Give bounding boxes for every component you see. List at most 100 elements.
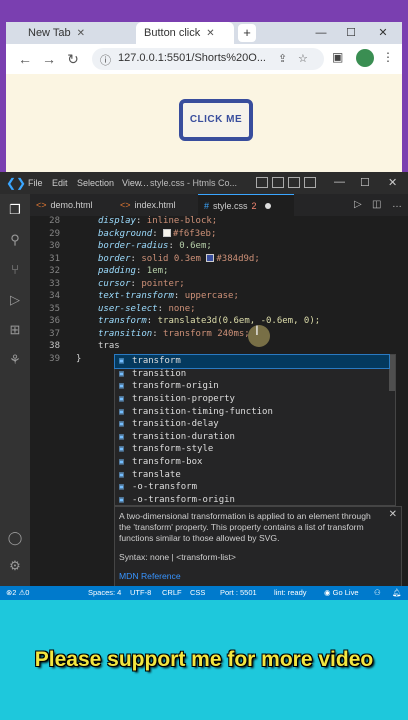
suggestion-item[interactable]: ▣ translate <box>115 468 389 481</box>
run-icon[interactable]: ▷ <box>354 199 362 210</box>
account-icon[interactable]: ◯ <box>7 530 23 546</box>
layout-secondary-icon[interactable] <box>288 177 300 188</box>
code-line: 35 user-select: none; <box>30 304 408 316</box>
more-actions-icon[interactable]: … <box>392 199 402 210</box>
more-menu-icon[interactable]: ⋮ <box>382 50 394 64</box>
avatar[interactable] <box>356 49 374 67</box>
encoding-status[interactable]: UTF-8 <box>130 588 151 597</box>
back-icon[interactable]: ← <box>16 50 34 68</box>
close-icon[interactable]: ✕ <box>77 28 85 39</box>
menu-view[interactable]: View <box>122 178 141 188</box>
property-icon: ▣ <box>119 356 124 366</box>
extensions-icon[interactable]: ⊞ <box>7 322 23 338</box>
forward-icon[interactable]: → <box>40 50 58 68</box>
suggestion-item[interactable]: ▣ transition-duration <box>115 431 389 444</box>
suggestion-item[interactable]: ▣ transform-style <box>115 443 389 456</box>
python-icon[interactable]: ⚘ <box>7 352 23 368</box>
browser-tab-button-click[interactable]: Button click ✕ <box>136 22 234 44</box>
suggestion-label: transform-box <box>132 457 203 468</box>
problems-status[interactable]: ⊗2 ⚠0 <box>6 588 29 597</box>
close-window-icon[interactable]: ✕ <box>388 176 397 189</box>
tab-index-html[interactable]: <> index.html <box>114 194 194 216</box>
maximize-icon[interactable]: ☐ <box>360 176 370 189</box>
mdn-reference-link[interactable]: MDN Reference <box>119 571 385 582</box>
scrollbar[interactable] <box>389 355 395 391</box>
unsaved-dot-icon[interactable] <box>264 202 271 209</box>
click-me-button[interactable]: CLICK ME <box>179 99 253 141</box>
site-info-icon[interactable]: ⓘ <box>100 52 111 68</box>
layout-custom-icon[interactable] <box>304 177 316 188</box>
suggestion-item[interactable]: ▣ transition-timing-function <box>115 405 389 418</box>
menu-edit[interactable]: Edit <box>52 178 68 188</box>
address-bar[interactable]: ⓘ 127.0.0.1:5501/Shorts%20O... ⇪ ☆ <box>92 48 324 70</box>
suggestion-item[interactable]: ▣ transform <box>114 354 390 369</box>
split-editor-icon[interactable]: ◫ <box>372 199 381 210</box>
color-swatch-icon[interactable] <box>206 253 215 262</box>
run-debug-icon[interactable]: ▷ <box>7 292 23 308</box>
lint-status[interactable]: lint: ready <box>274 588 307 597</box>
autocomplete-list[interactable]: ▣ transform ▣ transition ▣ transform-origin ▣ t… <box>114 354 396 506</box>
menu-more[interactable]: … <box>140 178 149 188</box>
property-icon: ▣ <box>119 394 124 404</box>
suggestion-label: -o-transform-origin <box>132 494 235 505</box>
css-value: transform 240ms; <box>157 328 250 339</box>
property-icon: ▣ <box>119 469 124 479</box>
suggestion-item[interactable]: ▣ transform-origin <box>115 380 389 393</box>
docs-text: A two-dimensional transformation is appl… <box>119 511 371 543</box>
menu-selection[interactable]: Selection <box>77 178 114 188</box>
search-icon[interactable]: ⚲ <box>7 232 23 248</box>
side-panel-icon[interactable]: ▣ <box>332 50 343 64</box>
code-line: 38 tras <box>30 341 408 353</box>
suggestion-item[interactable]: ▣ -o-transform <box>115 481 389 494</box>
layout-panel-icon[interactable] <box>272 177 284 188</box>
error-count: 2 <box>12 588 17 597</box>
property-icon: ▣ <box>119 444 124 454</box>
explorer-icon[interactable]: ❐ <box>7 202 23 218</box>
tab-label: Button click <box>144 27 201 39</box>
indentation-status[interactable]: Spaces: 4 <box>88 588 121 597</box>
suggestion-label: transform <box>132 356 181 367</box>
suggestion-item[interactable]: ▣ transition <box>115 368 389 381</box>
suggestion-label: transition-duration <box>132 431 235 442</box>
layout-sidebar-icon[interactable] <box>256 177 268 188</box>
settings-gear-icon[interactable]: ⚙ <box>7 558 23 574</box>
menu-file[interactable]: File <box>28 178 43 188</box>
suggestion-item[interactable]: ▣ transition-property <box>115 393 389 406</box>
line-number: 31 <box>49 253 60 264</box>
suggestion-item[interactable]: ▣ transition-delay <box>115 418 389 431</box>
reload-icon[interactable]: ↻ <box>64 50 82 68</box>
code-line: 29 background: #f6f3eb; <box>30 228 408 241</box>
eol-status[interactable]: CRLF <box>162 588 182 597</box>
bookmark-star-icon[interactable]: ☆ <box>298 52 308 65</box>
status-bar: ⊗2 ⚠0 Spaces: 4 UTF-8 CRLF CSS Port : 55… <box>0 586 408 600</box>
suggestion-label: transform-style <box>132 444 214 455</box>
property-icon: ▣ <box>119 482 124 492</box>
minimize-icon[interactable]: — <box>334 176 345 188</box>
go-live-button[interactable]: ◉ Go Live <box>324 588 359 597</box>
port-status[interactable]: Port : 5501 <box>220 588 257 597</box>
maximize-icon[interactable]: ☐ <box>336 22 366 44</box>
suggestion-item[interactable]: ▣ transform-box <box>115 456 389 469</box>
close-icon[interactable]: ✕ <box>206 28 214 39</box>
tab-style-css[interactable]: # style.css 2 <box>198 194 294 216</box>
browser-navbar: ← → ↻ ⓘ 127.0.0.1:5501/Shorts%20O... ⇪ ☆… <box>6 44 402 74</box>
color-swatch-icon[interactable] <box>163 228 172 237</box>
tab-demo-html[interactable]: <> demo.html <box>30 194 110 216</box>
share-icon[interactable]: ⇪ <box>278 52 287 65</box>
suggestion-item[interactable]: ▣ -o-transform-origin <box>115 494 389 507</box>
browser-tab-new[interactable]: New Tab ✕ <box>20 22 130 44</box>
css-property: border <box>98 253 131 264</box>
new-tab-icon[interactable]: + <box>238 24 256 42</box>
feedback-icon[interactable]: ⚇ <box>374 588 381 597</box>
source-control-icon[interactable]: ⑂ <box>7 262 23 278</box>
language-status[interactable]: CSS <box>190 588 205 597</box>
minimize-icon[interactable]: — <box>306 22 336 44</box>
suggestion-label: transition-property <box>132 394 235 405</box>
line-number: 38 <box>49 341 60 351</box>
suggestion-label: transition-timing-function <box>132 406 273 417</box>
close-window-icon[interactable]: ✕ <box>368 22 398 44</box>
vscode-logo-icon: ❮❯ <box>6 176 27 190</box>
line-number: 28 <box>49 216 60 226</box>
notifications-icon[interactable]: 🔔︎ <box>392 588 402 597</box>
close-icon[interactable]: ✕ <box>389 509 397 520</box>
